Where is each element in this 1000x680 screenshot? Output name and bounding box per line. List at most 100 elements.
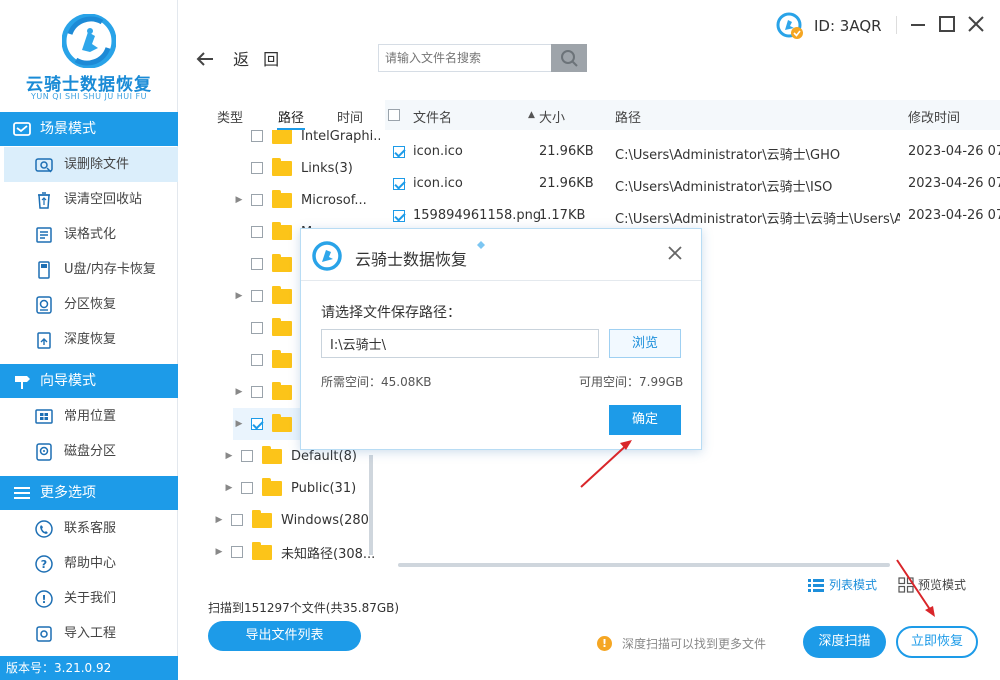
- section-title: 场景模式: [40, 121, 96, 137]
- checkbox[interactable]: [251, 162, 263, 174]
- checkbox[interactable]: [251, 386, 263, 398]
- app-logo: 云骑士数据恢复 YUN QI SHI SHU JU HUI FU: [0, 0, 178, 112]
- tree-item[interactable]: Links(3): [233, 152, 353, 184]
- knight-logo-icon: [62, 14, 116, 68]
- tab-path[interactable]: 路径: [278, 107, 304, 126]
- column-path[interactable]: 路径: [615, 107, 641, 126]
- section-scene-mode: 场景模式: [0, 112, 178, 146]
- sidebar-item-import-project[interactable]: 导入工程: [0, 616, 178, 651]
- select-all-checkbox[interactable]: [388, 109, 400, 121]
- search-button[interactable]: [551, 44, 587, 72]
- checkbox[interactable]: [231, 546, 243, 558]
- tree-item[interactable]: ▶ Public(31): [223, 472, 356, 504]
- sidebar: 云骑士数据恢复 YUN QI SHI SHU JU HUI FU 场景模式 误删…: [0, 0, 178, 680]
- list-mode-label: 列表模式: [829, 578, 878, 592]
- checkbox[interactable]: [251, 130, 263, 142]
- sidebar-item-recycle-bin[interactable]: 误清空回收站: [0, 182, 178, 217]
- horizontal-scrollbar[interactable]: [398, 563, 890, 567]
- checkbox[interactable]: [251, 258, 263, 270]
- svg-text:!: !: [41, 593, 46, 606]
- expand-arrow-icon[interactable]: ▶: [233, 291, 245, 301]
- sidebar-item-label: U盘/内存卡恢复: [64, 262, 156, 277]
- sidebar-item-common-locations[interactable]: 常用位置: [0, 399, 178, 434]
- checkbox[interactable]: [251, 290, 263, 302]
- expand-arrow-icon[interactable]: ▶: [233, 387, 245, 397]
- checkbox[interactable]: [251, 194, 263, 206]
- checkbox[interactable]: [231, 514, 243, 526]
- expand-arrow-icon[interactable]: ▶: [233, 195, 245, 205]
- checkbox[interactable]: [241, 482, 253, 494]
- tree-item[interactable]: IntelGraphi...: [233, 130, 380, 152]
- tree-item-label: Microsof...: [301, 192, 367, 208]
- recover-now-button[interactable]: 立即恢复: [896, 626, 978, 658]
- grid-view-icon: [898, 576, 914, 593]
- warning-icon: !: [597, 636, 612, 651]
- table-row[interactable]: icon.ico 21.96KB C:\Users\Administrator\…: [385, 136, 1000, 168]
- tree-item[interactable]: ▶ Windows(280): [213, 504, 374, 536]
- sidebar-item-disk-partition[interactable]: 磁盘分区: [0, 434, 178, 469]
- save-path-input[interactable]: [321, 329, 599, 358]
- tree-item-label: Links(3): [301, 160, 353, 176]
- tab-type[interactable]: 类型: [217, 107, 243, 126]
- tree-item[interactable]: S: [233, 344, 309, 376]
- confirm-button[interactable]: 确定: [609, 405, 681, 435]
- tree-item[interactable]: ▶: [233, 280, 301, 312]
- expand-arrow-icon[interactable]: ▶: [223, 483, 235, 493]
- minimize-icon[interactable]: [908, 14, 928, 34]
- deep-scan-button[interactable]: 深度扫描: [803, 626, 886, 658]
- sidebar-item-label: 帮助中心: [64, 556, 117, 571]
- sidebar-item-contact-support[interactable]: 联系客服: [0, 511, 178, 546]
- close-icon[interactable]: [966, 14, 986, 34]
- folder-icon: [252, 541, 272, 560]
- sidebar-item-deleted-files[interactable]: 误删除文件: [4, 147, 178, 182]
- sidebar-item-usb[interactable]: U盘/内存卡恢复: [0, 252, 178, 287]
- tree-item[interactable]: S: [233, 312, 309, 344]
- sidebar-item-label: 分区恢复: [64, 297, 117, 312]
- column-name[interactable]: 文件名: [413, 107, 452, 126]
- expand-arrow-icon[interactable]: ▶: [213, 547, 225, 557]
- checkbox[interactable]: [251, 226, 263, 238]
- table-row[interactable]: icon.ico 21.96KB C:\Users\Administrator\…: [385, 168, 1000, 200]
- export-list-button[interactable]: 导出文件列表: [208, 621, 361, 651]
- tree-item[interactable]: ▶ 未知路径(308...: [213, 536, 375, 568]
- column-modified[interactable]: 修改时间: [908, 107, 960, 126]
- tree-item[interactable]: ▶: [233, 376, 301, 408]
- sidebar-item-help-center[interactable]: ? 帮助中心: [0, 546, 178, 581]
- user-id: ID: 3AQR: [776, 12, 882, 40]
- checkbox[interactable]: [251, 354, 263, 366]
- preview-mode-label: 预览模式: [918, 578, 967, 592]
- checkbox-checked[interactable]: [393, 146, 405, 158]
- expand-arrow-icon[interactable]: ▶: [213, 515, 225, 525]
- tree-item-label: Public(31): [291, 480, 357, 496]
- sidebar-item-partition[interactable]: 分区恢复: [0, 287, 178, 322]
- tab-time[interactable]: 时间: [337, 107, 363, 126]
- sidebar-item-deep-recover[interactable]: 深度恢复: [0, 322, 178, 357]
- sidebar-item-about-us[interactable]: ! 关于我们: [0, 581, 178, 616]
- tree-item[interactable]: ▶ Microsof...: [233, 184, 367, 216]
- preview-mode-toggle[interactable]: 预览模式: [898, 576, 966, 593]
- expand-arrow-icon[interactable]: ▶: [223, 451, 235, 461]
- tree-scrollbar[interactable]: [369, 455, 373, 555]
- list-view-icon: [808, 578, 824, 592]
- tip-text: 深度扫描可以找到更多文件: [622, 637, 767, 651]
- search-input[interactable]: [378, 44, 552, 72]
- checkbox-checked[interactable]: [393, 210, 405, 222]
- format-drive-icon: [36, 227, 52, 243]
- deep-scan-tip: ! 深度扫描可以找到更多文件: [597, 635, 766, 652]
- file-name: icon.ico: [413, 176, 463, 191]
- sparkle-icon: [477, 241, 485, 249]
- expand-arrow-icon[interactable]: ▶: [233, 419, 245, 429]
- column-size[interactable]: 大小: [539, 107, 565, 126]
- close-icon[interactable]: [667, 245, 683, 261]
- checkbox-checked[interactable]: [393, 178, 405, 190]
- list-mode-toggle[interactable]: 列表模式: [808, 576, 877, 593]
- browse-button[interactable]: 浏览: [609, 329, 681, 358]
- checkbox[interactable]: [251, 322, 263, 334]
- checkbox[interactable]: [241, 450, 253, 462]
- checkbox-checked[interactable]: [251, 418, 263, 430]
- sort-asc-icon[interactable]: ▲: [528, 110, 535, 120]
- disk-icon: [35, 158, 53, 173]
- sidebar-item-format[interactable]: 误格式化: [0, 217, 178, 252]
- maximize-icon[interactable]: [937, 14, 957, 34]
- back-button[interactable]: 返回: [196, 46, 293, 70]
